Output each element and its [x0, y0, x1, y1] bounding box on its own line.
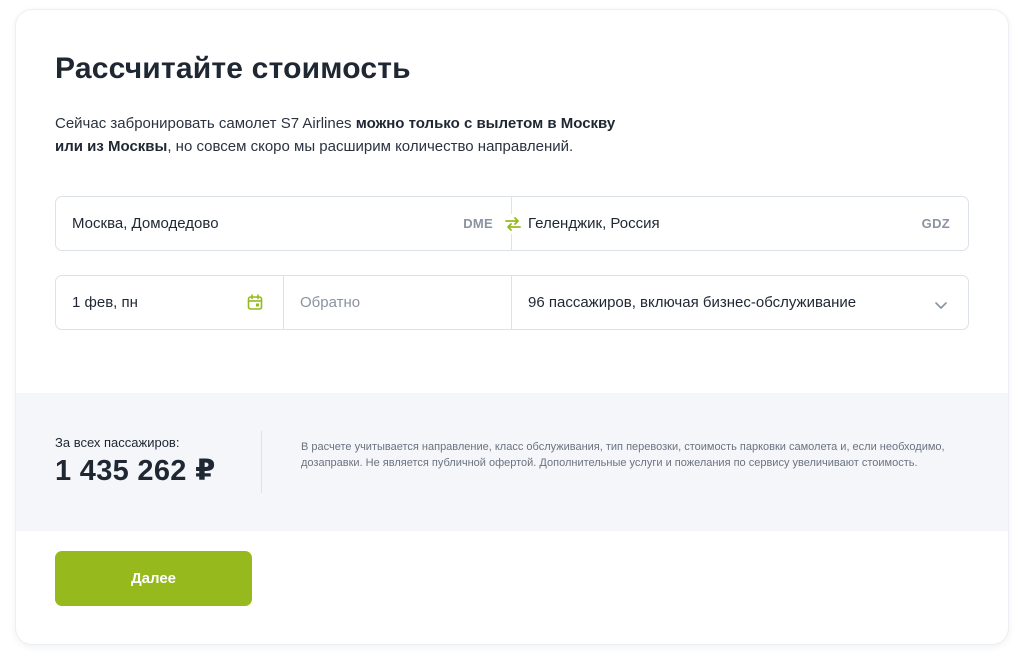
description-bold-1: можно только с вылетом в Москву [355, 115, 616, 132]
price-label: За всех пассажиров: [55, 435, 180, 450]
arrival-airport-field[interactable]: Геленджик, Россия GDZ [512, 197, 968, 250]
departure-airport-code: DME [463, 216, 493, 231]
departure-airport-field[interactable]: Москва, Домодедово DME [56, 197, 512, 250]
dates-passengers-row: 1 фев, пн Обратно 96 пассажиров, включая… [55, 275, 969, 330]
departure-date-value: 1 фев, пн [72, 294, 138, 311]
passengers-select[interactable]: 96 пассажиров, включая бизнес-обслуживан… [512, 276, 968, 329]
calendar-icon[interactable] [247, 294, 263, 315]
price-panel: За всех пассажиров: 1 435 262 ₽ В расчет… [16, 393, 1008, 531]
description: Сейчас забронировать самолет S7 Airlines… [55, 112, 675, 158]
arrival-airport-name: Геленджик, Россия [528, 215, 660, 232]
price-divider [261, 431, 262, 493]
description-text-1: Сейчас забронировать самолет S7 Airlines [55, 115, 356, 132]
return-date-placeholder: Обратно [300, 294, 361, 311]
route-field: Москва, Домодедово DME Геленджик, Россия… [55, 196, 969, 251]
description-text-2: , но совсем скоро мы расширим количество… [167, 138, 574, 155]
passengers-value: 96 пассажиров, включая бизнес-обслуживан… [528, 294, 857, 311]
next-button[interactable]: Далее [55, 551, 252, 606]
arrival-airport-code: GDZ [921, 216, 950, 231]
return-date-field[interactable]: Обратно [284, 276, 512, 329]
calculator-card: Рассчитайте стоимость Сейчас забронирова… [16, 10, 1008, 644]
price-note: В расчете учитывается направление, класс… [301, 441, 945, 469]
page-title: Рассчитайте стоимость [55, 52, 411, 85]
price-value: 1 435 262 ₽ [55, 455, 216, 487]
departure-airport-name: Москва, Домодедово [72, 215, 219, 232]
chevron-down-icon[interactable] [934, 297, 948, 314]
departure-date-field[interactable]: 1 фев, пн [56, 276, 284, 329]
description-bold-2: или из Москвы [55, 138, 168, 155]
